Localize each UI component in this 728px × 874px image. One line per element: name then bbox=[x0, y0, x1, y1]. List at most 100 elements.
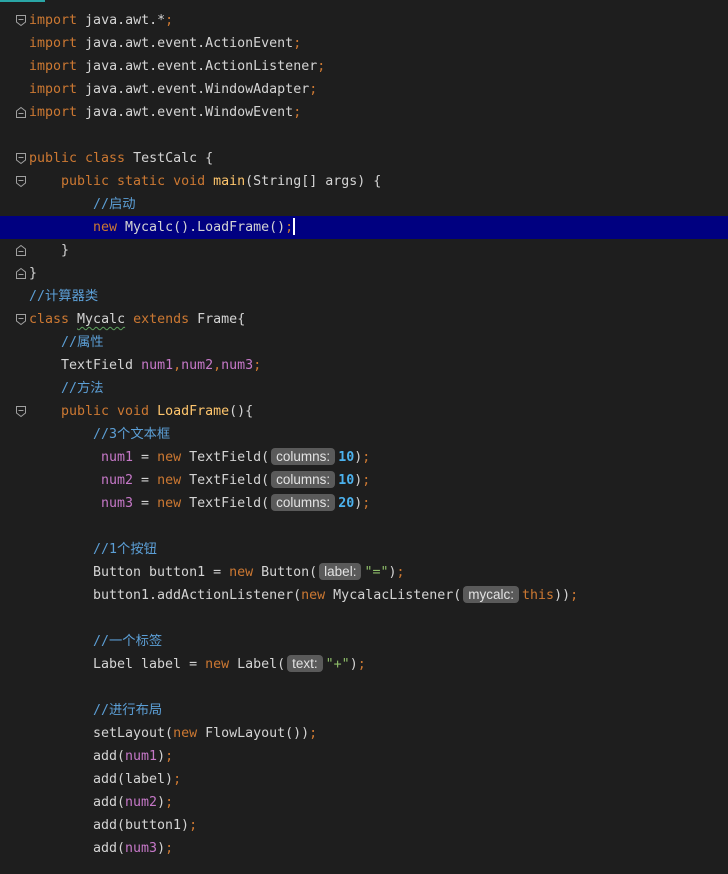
code-text: //计算器类 bbox=[29, 285, 98, 308]
typo-flagged-identifier: Mycalc bbox=[77, 312, 126, 327]
code-line[interactable]: public void LoadFrame(){ bbox=[0, 400, 728, 423]
code-token: Button( bbox=[253, 565, 318, 580]
code-token: button1.addActionListener( bbox=[93, 588, 302, 603]
code-token: = bbox=[133, 496, 158, 511]
code-line[interactable] bbox=[0, 515, 728, 538]
code-token: FlowLayout()) bbox=[197, 726, 310, 741]
code-line[interactable]: add(label); bbox=[0, 768, 728, 791]
code-line[interactable]: import java.awt.event.ActionEvent; bbox=[0, 32, 728, 55]
code-line[interactable]: //计算器类 bbox=[0, 285, 728, 308]
code-text: public void LoadFrame(){ bbox=[61, 400, 253, 423]
gutter-cell bbox=[0, 147, 28, 170]
code-token: TextField( bbox=[181, 473, 270, 488]
code-line[interactable]: //属性 bbox=[0, 331, 728, 354]
code-line[interactable] bbox=[0, 124, 728, 147]
fold-start-icon[interactable] bbox=[15, 313, 27, 326]
gutter-cell bbox=[0, 124, 28, 147]
code-line[interactable]: //方法 bbox=[0, 377, 728, 400]
gutter-cell bbox=[0, 722, 28, 745]
fold-start-icon[interactable] bbox=[15, 175, 27, 188]
code-line[interactable]: button1.addActionListener(new MycalacLis… bbox=[0, 584, 728, 607]
code-line[interactable]: //1个按钮 bbox=[0, 538, 728, 561]
code-line[interactable]: TextField num1,num2,num3; bbox=[0, 354, 728, 377]
fold-end-icon[interactable] bbox=[15, 244, 27, 257]
parameter-hint: columns: bbox=[271, 493, 336, 511]
code-line[interactable]: import java.awt.event.WindowAdapter; bbox=[0, 78, 728, 101]
number-literal: 10 bbox=[338, 473, 355, 488]
gutter-cell bbox=[0, 285, 28, 308]
code-line[interactable] bbox=[0, 676, 728, 699]
code-line[interactable]: Button button1 = new Button(label: "="); bbox=[0, 561, 728, 584]
active-tab-indicator bbox=[0, 0, 45, 2]
code-line[interactable] bbox=[0, 607, 728, 630]
keyword-token: new bbox=[157, 450, 182, 465]
punctuation-token: ; bbox=[293, 36, 302, 51]
code-line[interactable]: //一个标签 bbox=[0, 630, 728, 653]
fold-start-icon[interactable] bbox=[15, 14, 27, 27]
code-token: Label( bbox=[229, 657, 286, 672]
code-line[interactable]: setLayout(new FlowLayout()); bbox=[0, 722, 728, 745]
gutter-cell bbox=[0, 354, 28, 377]
fold-start-icon[interactable] bbox=[15, 152, 27, 165]
code-line[interactable]: num2 = new TextField(columns: 10); bbox=[0, 469, 728, 492]
code-line[interactable]: //进行布局 bbox=[0, 699, 728, 722]
code-token: Mycalc().LoadFrame() bbox=[117, 220, 286, 235]
punctuation-token: ; bbox=[357, 657, 366, 672]
keyword-token: public void bbox=[61, 404, 150, 419]
code-text: Label label = new Label(text: "+"); bbox=[93, 653, 366, 676]
code-line[interactable]: public class TestCalc { bbox=[0, 147, 728, 170]
code-text: } bbox=[29, 262, 37, 285]
fold-start-icon[interactable] bbox=[15, 405, 27, 418]
code-text: //进行布局 bbox=[93, 699, 162, 722]
code-line[interactable]: } bbox=[0, 262, 728, 285]
code-line[interactable]: import java.awt.event.ActionListener; bbox=[0, 55, 728, 78]
keyword-token: this bbox=[522, 588, 555, 603]
code-line[interactable]: } bbox=[0, 239, 728, 262]
keyword-token: import bbox=[29, 13, 78, 28]
code-text: setLayout(new FlowLayout()); bbox=[93, 722, 317, 745]
code-token: Label label = bbox=[93, 657, 206, 672]
current-code-line[interactable]: new Mycalc().LoadFrame(); bbox=[0, 216, 728, 239]
code-text: num3 = new TextField(columns: 20); bbox=[101, 492, 370, 515]
string-literal: "=" bbox=[364, 565, 389, 580]
gutter-cell bbox=[0, 423, 28, 446]
code-line[interactable]: num3 = new TextField(columns: 20); bbox=[0, 492, 728, 515]
code-text: TextField num1,num2,num3; bbox=[61, 354, 261, 377]
gutter-cell bbox=[0, 446, 28, 469]
fold-end-icon[interactable] bbox=[15, 267, 27, 280]
gutter-cell bbox=[0, 239, 28, 262]
fold-end-icon[interactable] bbox=[15, 106, 27, 119]
keyword-token: extends bbox=[133, 312, 190, 327]
comment-text: //一个标签 bbox=[93, 634, 163, 649]
code-token: add(button1) bbox=[93, 818, 190, 833]
code-line[interactable]: num1 = new TextField(columns: 10); bbox=[0, 446, 728, 469]
code-text: //属性 bbox=[61, 331, 104, 354]
code-line[interactable]: class Mycalc extends Frame{ bbox=[0, 308, 728, 331]
gutter-cell bbox=[0, 584, 28, 607]
code-editor[interactable]: import java.awt.*; import java.awt.event.… bbox=[0, 0, 728, 874]
code-line[interactable]: public static void main(String[] args) { bbox=[0, 170, 728, 193]
gutter-cell bbox=[0, 791, 28, 814]
code-line[interactable]: //启动 bbox=[0, 193, 728, 216]
punctuation-token: ; bbox=[317, 59, 326, 74]
code-line[interactable]: add(button1); bbox=[0, 814, 728, 837]
code-line[interactable]: add(num1); bbox=[0, 745, 728, 768]
gutter-cell bbox=[0, 32, 28, 55]
field-name: num3 bbox=[125, 841, 158, 856]
punctuation-token: ; bbox=[293, 105, 302, 120]
code-line[interactable]: //3个文本框 bbox=[0, 423, 728, 446]
gutter-cell bbox=[0, 193, 28, 216]
code-line[interactable]: add(num3); bbox=[0, 837, 728, 860]
punctuation-token: ; bbox=[165, 749, 174, 764]
code-line[interactable]: import java.awt.*; bbox=[0, 9, 728, 32]
code-token: = bbox=[133, 473, 158, 488]
code-text: } bbox=[61, 239, 69, 262]
code-line[interactable]: add(num2); bbox=[0, 791, 728, 814]
code-line[interactable]: Label label = new Label(text: "+"); bbox=[0, 653, 728, 676]
gutter-cell bbox=[0, 492, 28, 515]
code-line[interactable]: import java.awt.event.WindowEvent; bbox=[0, 101, 728, 124]
code-text: //启动 bbox=[93, 193, 136, 216]
gutter-cell bbox=[0, 262, 28, 285]
